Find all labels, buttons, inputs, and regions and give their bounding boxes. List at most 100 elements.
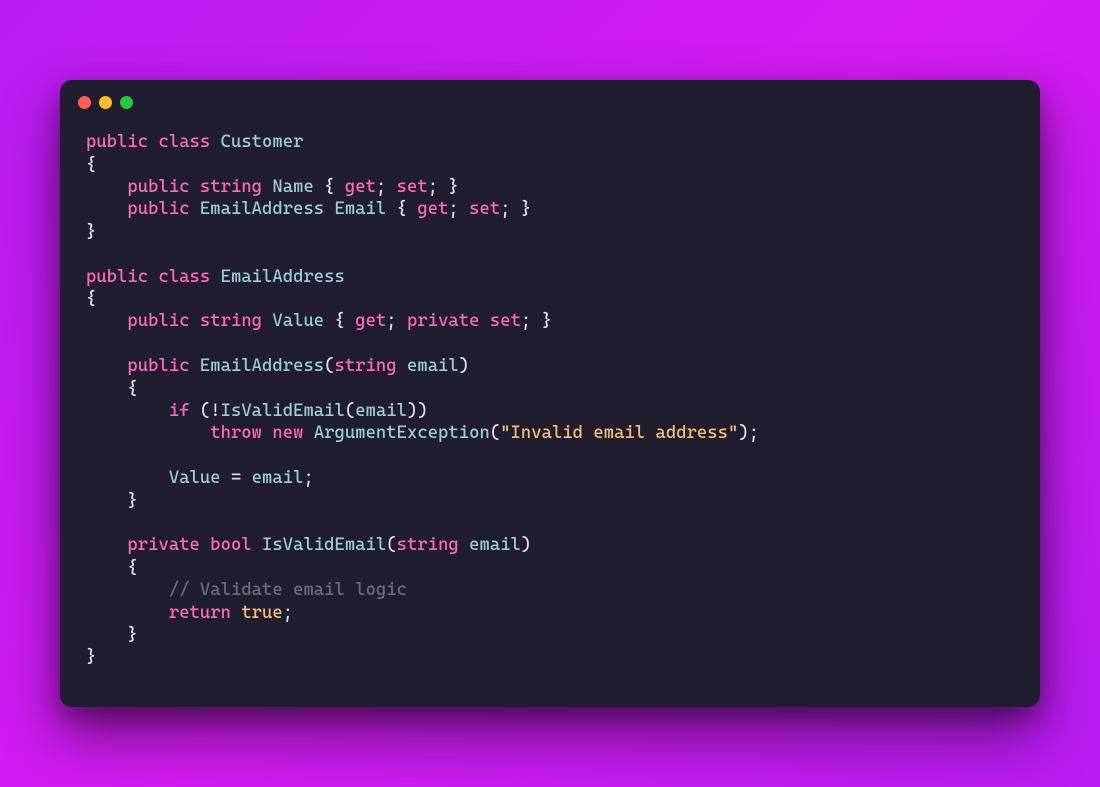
method-isvalidemail: IsValidEmail: [262, 535, 386, 555]
brace-open: {: [86, 289, 96, 309]
punct: ): [459, 356, 469, 376]
indent: [86, 311, 127, 331]
punct: (!: [190, 401, 221, 421]
space: [303, 423, 313, 443]
punct: {: [324, 311, 355, 331]
space: [459, 535, 469, 555]
indent: }: [86, 625, 138, 645]
indent: [86, 356, 127, 376]
indent: [86, 401, 169, 421]
keyword-public: public: [127, 311, 189, 331]
window-minimize-icon[interactable]: [99, 96, 112, 109]
brace-close: }: [86, 647, 96, 667]
prop-name: Name: [272, 177, 313, 197]
keyword-throw: throw: [210, 423, 262, 443]
call-isvalidemail: IsValidEmail: [221, 401, 345, 421]
brace-close: }: [86, 222, 96, 242]
keyword-set: set: [490, 311, 521, 331]
punct: ): [521, 535, 531, 555]
keyword-public: public: [127, 199, 189, 219]
keyword-public: public: [127, 177, 189, 197]
punct: )): [407, 401, 428, 421]
space: [190, 356, 200, 376]
punct: (: [386, 535, 396, 555]
space: [262, 311, 272, 331]
punct: ;: [448, 199, 469, 219]
keyword-get: get: [355, 311, 386, 331]
brace-open: {: [86, 155, 96, 175]
indent: [86, 580, 169, 600]
space: [148, 132, 158, 152]
keyword-bool: bool: [210, 535, 251, 555]
keyword-private: private: [407, 311, 479, 331]
indent: [86, 468, 169, 488]
indent: }: [86, 491, 138, 511]
indent: [86, 199, 127, 219]
window-titlebar: [60, 80, 1040, 117]
indent: [86, 177, 127, 197]
arg-email: email: [355, 401, 407, 421]
space: [210, 132, 220, 152]
space: [252, 535, 262, 555]
keyword-get: get: [345, 177, 376, 197]
keyword-class: class: [158, 132, 210, 152]
keyword-public: public: [86, 132, 148, 152]
type-customer: Customer: [221, 132, 304, 152]
keyword-string: string: [397, 535, 459, 555]
window-close-icon[interactable]: [78, 96, 91, 109]
indent: [86, 603, 169, 623]
keyword-class: class: [158, 267, 210, 287]
punct: (: [324, 356, 334, 376]
space: [231, 603, 241, 623]
keyword-string: string: [335, 356, 397, 376]
space: [190, 177, 200, 197]
punct: (: [345, 401, 355, 421]
ctor-emailaddress: EmailAddress: [200, 356, 324, 376]
ref-email: email: [252, 468, 304, 488]
punct: );: [738, 423, 759, 443]
space: [190, 199, 200, 219]
assign-value: Value: [169, 468, 221, 488]
code-window: public class Customer { public string Na…: [60, 80, 1040, 707]
type-argumentexception: ArgumentException: [314, 423, 490, 443]
space: [262, 423, 272, 443]
punct: {: [386, 199, 417, 219]
punct: ;: [303, 468, 313, 488]
space: [148, 267, 158, 287]
space: [262, 177, 272, 197]
punct: ; }: [428, 177, 459, 197]
punct: ;: [283, 603, 293, 623]
keyword-get: get: [417, 199, 448, 219]
punct: ; }: [521, 311, 552, 331]
space: [200, 535, 210, 555]
param-email: email: [469, 535, 521, 555]
indent: [86, 535, 127, 555]
indent: {: [86, 379, 138, 399]
keyword-public: public: [86, 267, 148, 287]
window-zoom-icon[interactable]: [120, 96, 133, 109]
keyword-new: new: [272, 423, 303, 443]
keyword-if: if: [169, 401, 190, 421]
keyword-private: private: [127, 535, 199, 555]
type-emailaddress: EmailAddress: [200, 199, 324, 219]
prop-value: Value: [272, 311, 324, 331]
keyword-string: string: [200, 177, 262, 197]
punct: ;: [386, 311, 407, 331]
punct: (: [490, 423, 500, 443]
space: [324, 199, 334, 219]
indent: [86, 423, 210, 443]
space: [210, 267, 220, 287]
keyword-set: set: [469, 199, 500, 219]
keyword-return: return: [169, 603, 231, 623]
keyword-set: set: [397, 177, 428, 197]
indent: {: [86, 558, 138, 578]
string-invalid-email: "Invalid email address": [500, 423, 738, 443]
type-emailaddress: EmailAddress: [221, 267, 345, 287]
space: [397, 356, 407, 376]
space: [190, 311, 200, 331]
punct: ; }: [500, 199, 531, 219]
keyword-string: string: [200, 311, 262, 331]
comment-validate: // Validate email logic: [169, 580, 407, 600]
punct: ;: [376, 177, 397, 197]
space: [480, 311, 490, 331]
